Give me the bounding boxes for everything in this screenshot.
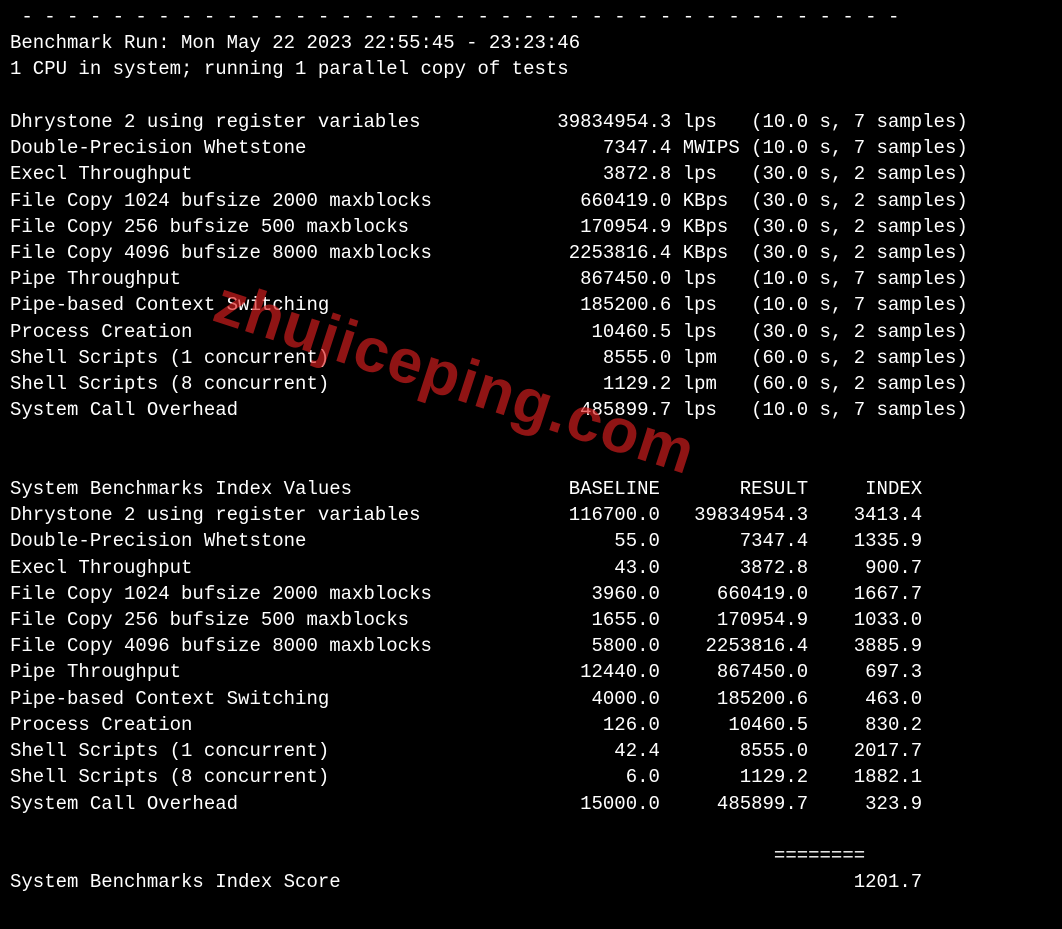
divider: - - - - - - - - - - - - - - - - - - - - …	[10, 6, 899, 28]
terminal-output: - - - - - - - - - - - - - - - - - - - - …	[0, 0, 1062, 929]
score-line: System Benchmarks Index Score 1201.7	[10, 871, 922, 893]
index-block: System Benchmarks Index Values BASELINE …	[10, 478, 922, 815]
footer-sep: ========	[10, 845, 865, 867]
benchmark-run-line: Benchmark Run: Mon May 22 2023 22:55:45 …	[10, 32, 580, 54]
tests-block: Dhrystone 2 using register variables 398…	[10, 111, 968, 421]
cpu-info-line: 1 CPU in system; running 1 parallel copy…	[10, 58, 569, 80]
